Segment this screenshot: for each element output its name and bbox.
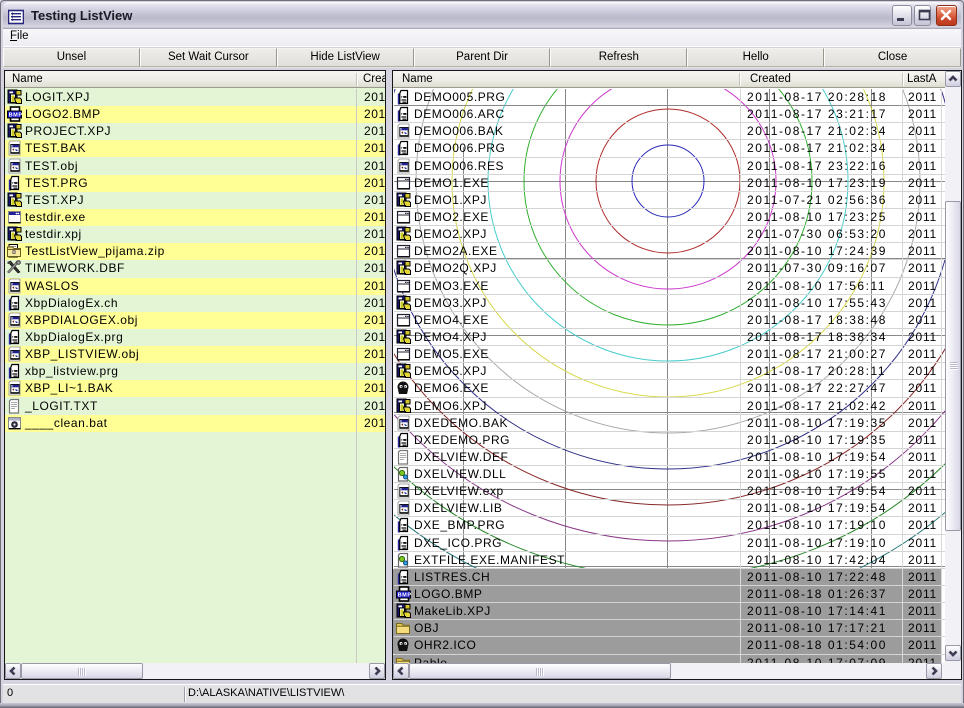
svg-text:BMP: BMP bbox=[398, 592, 411, 598]
svg-text:BMP: BMP bbox=[9, 112, 22, 118]
